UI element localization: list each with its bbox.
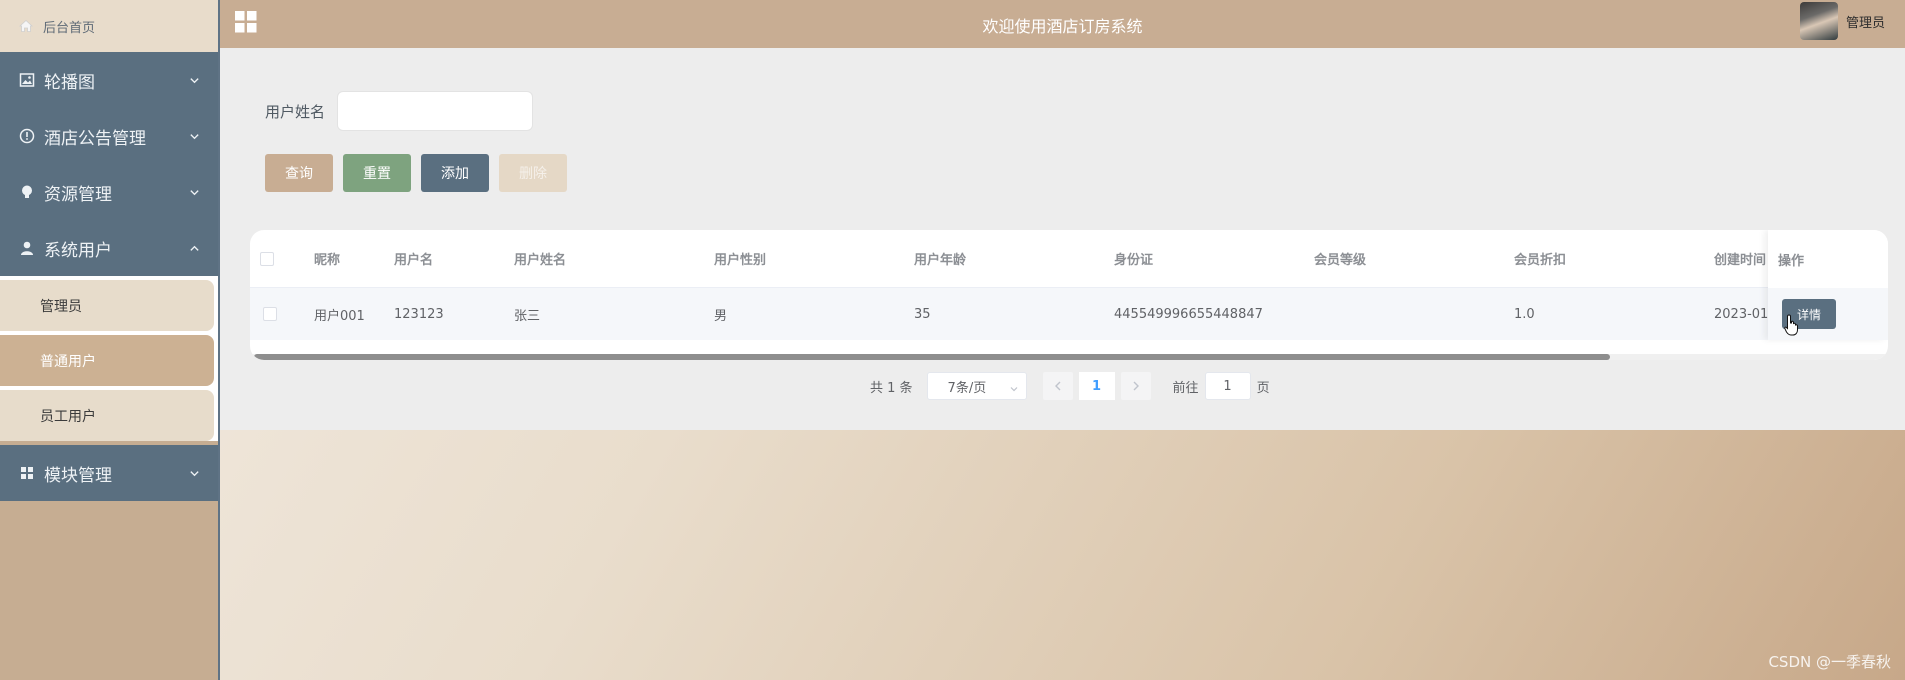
goto-label: 前往 — [1172, 380, 1199, 396]
column-header-nickname[interactable]: 昵称 — [314, 230, 384, 287]
sidebar-item-staff-users[interactable]: 员工用户 — [0, 390, 214, 441]
action-buttons: 查询 重置 添加 删除 — [265, 154, 577, 192]
sidebar-item-label: 模块管理 — [44, 465, 112, 486]
sidebar: 后台首页 轮播图 酒店公告管理 资源管理 系统用户 管理员 普通用户 员工用户 … — [0, 0, 220, 680]
sidebar-item-label: 系统用户 — [44, 240, 112, 261]
sidebar-item-label: 后台首页 — [43, 20, 96, 36]
select-all-cell — [260, 230, 280, 287]
sidebar-item-admin[interactable]: 管理员 — [0, 280, 214, 331]
sidebar-item-label: 员工用户 — [40, 408, 96, 425]
user-name: 管理员 — [1845, 15, 1885, 31]
delete-button[interactable]: 删除 — [499, 154, 567, 192]
chevron-down-icon — [188, 467, 200, 479]
sidebar-item-carousel[interactable]: 轮播图 — [0, 52, 218, 108]
pagination: 共 1 条 7条/页 1 前往 页 — [870, 372, 1270, 400]
column-header-actions: 操作 — [1778, 253, 1805, 269]
page-number-1[interactable]: 1 — [1078, 372, 1115, 400]
sidebar-item-home[interactable]: 后台首页 — [0, 0, 218, 52]
users-table: 昵称 用户名 用户姓名 用户性别 用户年龄 身份证 会员等级 会员折扣 创建时间… — [250, 230, 1888, 360]
sidebar-item-modules[interactable]: 模块管理 — [0, 445, 218, 501]
page-size-select[interactable]: 7条/页 — [926, 372, 1027, 400]
username-search-input[interactable] — [337, 91, 534, 131]
cell-level — [1314, 288, 1494, 340]
next-page-button[interactable] — [1120, 372, 1151, 400]
row-select-cell — [263, 288, 283, 340]
row-checkbox[interactable] — [263, 307, 277, 321]
column-header-age[interactable]: 用户年龄 — [914, 230, 1094, 287]
search-row: 用户姓名 — [265, 91, 534, 131]
column-header-realname[interactable]: 用户姓名 — [514, 230, 694, 287]
column-header-level[interactable]: 会员等级 — [1314, 230, 1494, 287]
column-header-created[interactable]: 创建时间 — [1714, 230, 1768, 287]
hand-cursor-icon — [1784, 314, 1800, 336]
add-button[interactable]: 添加 — [421, 154, 489, 192]
cell-gender: 男 — [714, 308, 728, 324]
chevron-down-icon — [188, 130, 200, 142]
table-row: 用户001 123123 张三 男 35 445549996655448847 … — [250, 288, 1888, 340]
chevron-left-icon — [1054, 381, 1061, 391]
avatar — [1799, 2, 1838, 40]
chevron-down-icon — [188, 186, 200, 198]
search-label: 用户姓名 — [265, 102, 326, 121]
page-size-value: 7条/页 — [947, 380, 987, 396]
watermark: CSDN @一季春秋 — [1768, 653, 1891, 671]
main-panel: 用户姓名 查询 重置 添加 删除 昵称 用户名 用户姓名 用户性别 用户年龄 身… — [220, 48, 1905, 430]
top-bar: 欢迎使用酒店订房系统 管理员 — [220, 0, 1905, 48]
grid-icon — [18, 464, 36, 482]
bulb-icon — [18, 183, 36, 201]
cell-username: 123123 — [394, 306, 444, 322]
column-header-gender[interactable]: 用户性别 — [714, 230, 894, 287]
sidebar-item-label: 轮播图 — [44, 72, 95, 93]
info-icon — [18, 127, 36, 145]
prev-page-button[interactable] — [1042, 372, 1073, 400]
select-all-checkbox[interactable] — [260, 251, 274, 266]
chevron-right-icon — [1133, 381, 1139, 391]
chevron-down-icon — [1010, 382, 1018, 392]
sidebar-item-label: 管理员 — [40, 298, 82, 315]
column-header-discount[interactable]: 会员折扣 — [1514, 230, 1694, 287]
cell-idcard: 445549996655448847 — [1114, 306, 1263, 322]
cell-discount: 1.0 — [1514, 306, 1535, 322]
system-users-submenu: 管理员 普通用户 员工用户 — [0, 276, 218, 441]
cell-created: 2023-01- — [1714, 306, 1768, 322]
chevron-up-icon — [188, 242, 200, 254]
reset-button[interactable]: 重置 — [343, 154, 411, 192]
column-header-idcard[interactable]: 身份证 — [1114, 230, 1294, 287]
column-header-username[interactable]: 用户名 — [394, 230, 494, 287]
chevron-down-icon — [188, 74, 200, 86]
sidebar-item-normal-users[interactable]: 普通用户 — [0, 335, 214, 386]
sidebar-item-label: 普通用户 — [40, 353, 96, 370]
cell-realname: 张三 — [514, 308, 541, 324]
sidebar-item-system-users[interactable]: 系统用户 — [0, 220, 218, 276]
home-icon — [18, 18, 34, 34]
pagination-total: 共 1 条 — [870, 380, 913, 396]
page-suffix: 页 — [1256, 380, 1270, 396]
goto-page-input[interactable] — [1204, 372, 1251, 400]
query-button[interactable]: 查询 — [265, 154, 333, 192]
horizontal-scrollbar[interactable] — [254, 354, 1610, 360]
sidebar-item-label: 酒店公告管理 — [44, 128, 146, 149]
user-menu[interactable]: 管理员 — [1799, 2, 1885, 40]
sidebar-item-resources[interactable]: 资源管理 — [0, 164, 218, 220]
table-header: 昵称 用户名 用户姓名 用户性别 用户年龄 身份证 会员等级 会员折扣 创建时间 — [250, 230, 1888, 288]
cell-age: 35 — [914, 306, 931, 322]
user-icon — [18, 239, 36, 257]
sidebar-item-hotel-notice[interactable]: 酒店公告管理 — [0, 108, 218, 164]
page-title: 欢迎使用酒店订房系统 — [982, 17, 1143, 36]
image-icon — [18, 71, 36, 89]
cell-nickname: 用户001 — [314, 308, 365, 324]
sidebar-item-label: 资源管理 — [44, 184, 112, 205]
